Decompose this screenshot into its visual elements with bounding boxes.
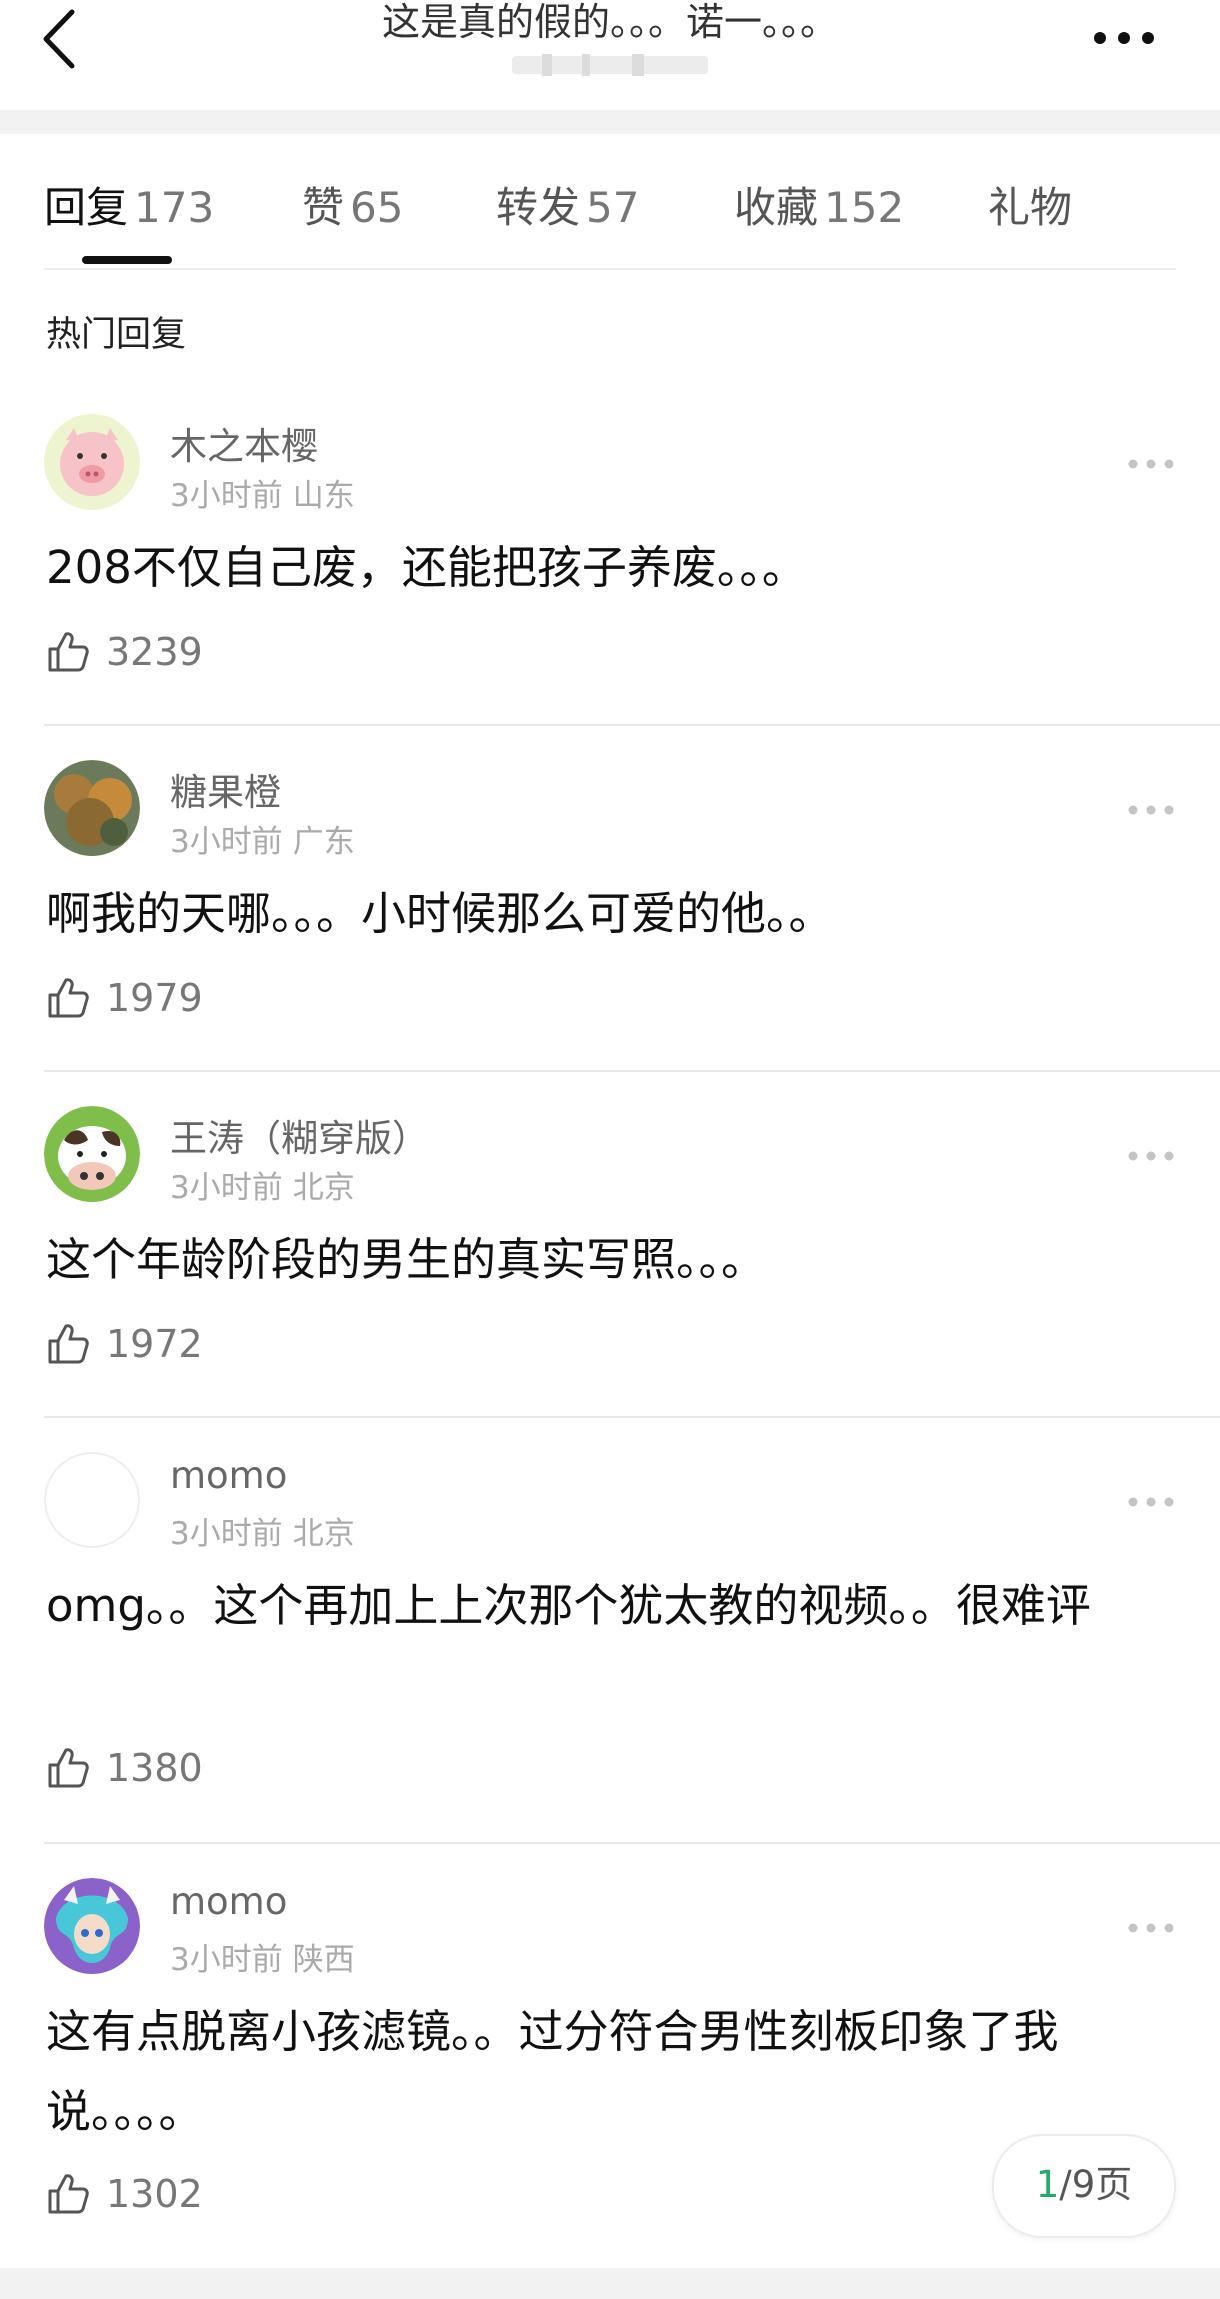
current-page: 1 bbox=[1035, 2163, 1060, 2206]
top-bar: 这是真的假的。。。诺一。。。 bbox=[0, 0, 1220, 110]
tab-label: 礼物 bbox=[988, 183, 1073, 232]
back-arrow-icon[interactable] bbox=[38, 6, 82, 72]
tab-label: 转发 bbox=[496, 183, 581, 232]
comment-text: 啊我的天哪。。。小时候那么可爱的他。。 bbox=[46, 887, 834, 940]
commenter-name[interactable]: 糖果橙 bbox=[170, 762, 281, 816]
avatar[interactable] bbox=[44, 1452, 140, 1548]
comment-location: 北京 bbox=[292, 1516, 355, 1552]
tab-label: 赞 bbox=[302, 183, 345, 232]
tab-likes[interactable]: 赞 65 bbox=[302, 174, 403, 235]
tab-count: 65 bbox=[350, 183, 404, 232]
tab-count: 152 bbox=[824, 183, 905, 232]
active-tab-indicator bbox=[82, 256, 172, 264]
tab-count: 57 bbox=[586, 183, 640, 232]
comment-more-icon[interactable] bbox=[1128, 1496, 1174, 1508]
avatar[interactable] bbox=[44, 1106, 140, 1202]
tab-bar: 回复 173 赞 65 转发 57 收藏 152 礼物 bbox=[44, 140, 1176, 270]
like-count: 1979 bbox=[106, 976, 203, 1020]
like-count: 3239 bbox=[106, 630, 203, 674]
comment-time: 3小时前 bbox=[170, 1516, 283, 1552]
comment-more-icon[interactable] bbox=[1128, 1150, 1174, 1162]
avatar[interactable] bbox=[44, 760, 140, 856]
commenter-name[interactable]: 木之本樱 bbox=[170, 416, 318, 470]
commenter-name[interactable]: 王涛（糊穿版） bbox=[170, 1108, 429, 1162]
page-title: 这是真的假的。。。诺一。。。 bbox=[381, 0, 838, 44]
like-count: 1302 bbox=[106, 2172, 203, 2216]
comment-meta: 3小时前 山东 bbox=[170, 470, 355, 515]
divider bbox=[44, 724, 1220, 726]
thumbs-up-icon bbox=[48, 632, 89, 672]
comment-meta: 3小时前 广东 bbox=[170, 816, 355, 861]
comment-time: 3小时前 bbox=[170, 824, 283, 860]
top-separator bbox=[0, 110, 1220, 134]
thumbs-up-icon bbox=[48, 978, 89, 1018]
thumbs-up-icon bbox=[48, 2174, 89, 2214]
comment-time: 3小时前 bbox=[170, 1942, 283, 1978]
blurred-subtitle bbox=[512, 54, 708, 76]
comment-more-icon[interactable] bbox=[1128, 804, 1174, 816]
tab-reposts[interactable]: 转发 57 bbox=[496, 174, 639, 235]
comment-meta: 3小时前 陕西 bbox=[170, 1934, 355, 1979]
divider bbox=[44, 1070, 1220, 1072]
tab-label: 回复 bbox=[44, 183, 129, 232]
thumbs-up-icon bbox=[48, 1748, 89, 1788]
avatar[interactable] bbox=[44, 414, 140, 510]
comment-location: 陕西 bbox=[292, 1942, 355, 1978]
comment-location: 广东 bbox=[292, 824, 355, 860]
divider bbox=[44, 1416, 1220, 1418]
avatar[interactable] bbox=[44, 1878, 140, 1974]
comment-meta: 3小时前 北京 bbox=[170, 1508, 355, 1553]
thumbs-up-icon bbox=[48, 1324, 89, 1364]
comment-location: 山东 bbox=[292, 478, 355, 514]
commenter-name[interactable]: momo bbox=[170, 1880, 287, 1923]
comment-text: 这个年龄阶段的男生的真实写照。。。 bbox=[46, 1233, 767, 1286]
comment-time: 3小时前 bbox=[170, 1170, 283, 1206]
tab-count: 173 bbox=[134, 183, 215, 232]
page-indicator[interactable]: 1/9页 bbox=[992, 2134, 1176, 2238]
comment-time: 3小时前 bbox=[170, 478, 283, 514]
comment-text: omg。。这个再加上上次那个犹太教的视频。。很难评 bbox=[46, 1579, 1091, 1632]
bottom-separator bbox=[0, 2268, 1220, 2299]
tab-replies[interactable]: 回复 173 bbox=[44, 174, 214, 235]
comment-text: 这有点脱离小孩滤镜。。过分符合男性刻板印象了我说。。。。 bbox=[46, 2005, 1059, 2138]
commenter-name[interactable]: momo bbox=[170, 1454, 287, 1497]
more-options-icon[interactable] bbox=[1092, 28, 1156, 48]
like-count: 1380 bbox=[106, 1746, 203, 1790]
total-pages: /9页 bbox=[1059, 2163, 1133, 2206]
tab-favorites[interactable]: 收藏 152 bbox=[734, 174, 904, 235]
comment-text: 208不仅自己废，还能把孩子养废。。。 bbox=[46, 541, 807, 594]
tab-gifts[interactable]: 礼物 bbox=[988, 174, 1072, 235]
comment-location: 北京 bbox=[292, 1170, 355, 1206]
comment-more-icon[interactable] bbox=[1128, 458, 1174, 470]
section-title: 热门回复 bbox=[46, 315, 187, 355]
comment-more-icon[interactable] bbox=[1128, 1922, 1174, 1934]
like-count: 1972 bbox=[106, 1322, 203, 1366]
divider bbox=[44, 1842, 1220, 1844]
tab-label: 收藏 bbox=[734, 183, 819, 232]
comment-meta: 3小时前 北京 bbox=[170, 1162, 355, 1207]
